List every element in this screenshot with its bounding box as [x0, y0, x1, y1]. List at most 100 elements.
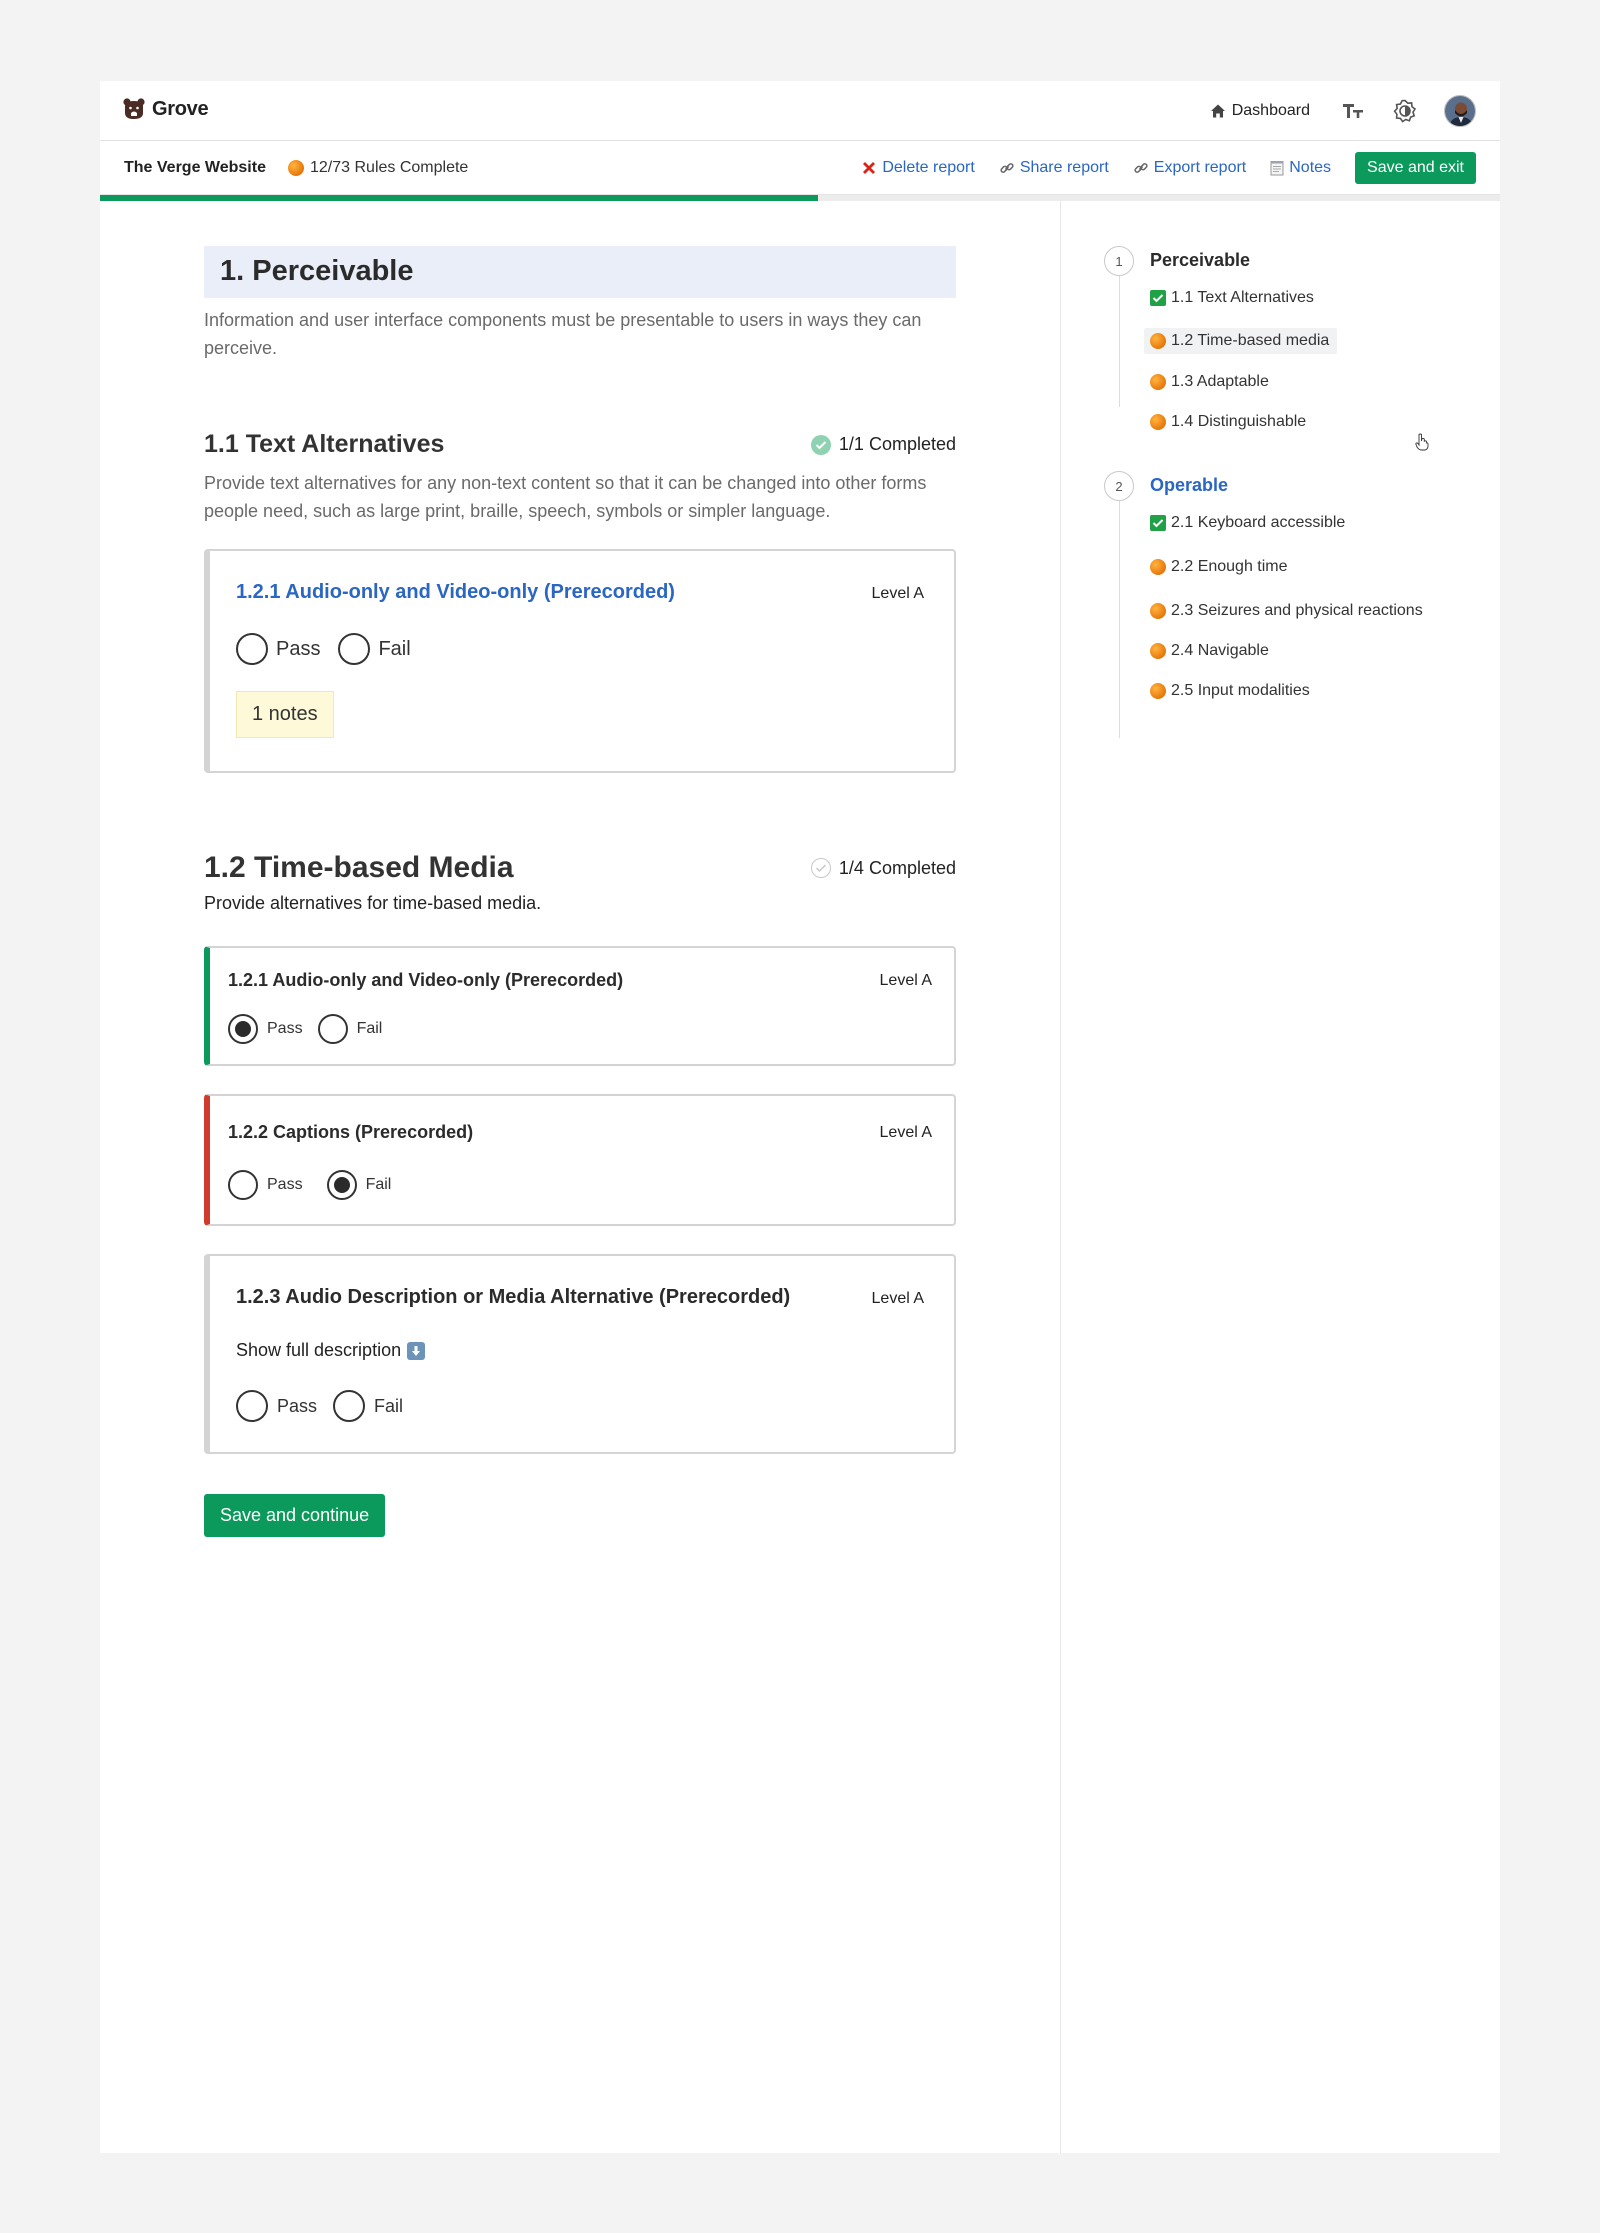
step-number: 1: [1104, 246, 1134, 276]
pass-radio[interactable]: Pass: [228, 1170, 303, 1200]
share-report-link[interactable]: Share report: [999, 159, 1109, 177]
in-progress-icon: [1150, 559, 1166, 575]
sidebar-item-text-alternatives[interactable]: 1.1 Text Alternatives: [1150, 286, 1320, 310]
section-header: 1.2 Time-based Media 1/4 Completed: [204, 851, 956, 885]
in-progress-icon: [1150, 683, 1166, 699]
rule-title-link[interactable]: 1.2.1 Audio-only and Video-only (Prereco…: [236, 581, 675, 604]
rule-level: Level A: [871, 1290, 924, 1307]
rule-title: 1.2.3 Audio Description or Media Alterna…: [236, 1286, 791, 1308]
pass-fail-group: Pass Fail: [228, 1014, 382, 1044]
rule-card-passed: 1.2.1 Audio-only and Video-only (Prereco…: [204, 946, 956, 1066]
in-progress-icon: [288, 160, 304, 176]
share-report-label: Share report: [1019, 159, 1109, 176]
pass-radio[interactable]: Pass: [228, 1014, 303, 1044]
completed-text: 1/1 Completed: [838, 434, 956, 454]
theme-toggle-button[interactable]: [1392, 98, 1418, 124]
rule-level: Level A: [871, 585, 924, 602]
radio-circle: [338, 633, 371, 665]
step-connector-line: [1119, 276, 1120, 407]
report-title: The Verge Website: [124, 159, 266, 176]
sidebar-item-navigable[interactable]: 2.4 Navigable: [1150, 639, 1275, 663]
step-connector-line: [1119, 501, 1120, 738]
home-icon: [1210, 104, 1225, 118]
sidebar-item-time-based-media[interactable]: 1.2 Time-based media: [1144, 328, 1338, 354]
radio-circle-selected: [228, 1014, 258, 1044]
rule-level: Level A: [879, 1124, 932, 1141]
link-icon: [1134, 163, 1148, 173]
sidebar-item-label: 2.4 Navigable: [1171, 642, 1269, 659]
save-and-exit-button[interactable]: Save and exit: [1355, 152, 1476, 184]
pass-radio[interactable]: Pass: [236, 1390, 317, 1422]
sidebar-item-label: 2.5 Input modalities: [1171, 682, 1310, 699]
sidebar-item-keyboard-accessible[interactable]: 2.1 Keyboard accessible: [1150, 511, 1351, 535]
show-full-description-toggle[interactable]: Show full description: [236, 1340, 426, 1361]
page-description: Information and user interface component…: [204, 310, 922, 358]
sidebar-item-label: 1.3 Adaptable: [1171, 373, 1269, 390]
fail-radio[interactable]: Fail: [333, 1390, 403, 1422]
fail-label: Fail: [374, 1395, 404, 1416]
avatar[interactable]: [1444, 95, 1476, 127]
delete-report-link[interactable]: Delete report: [861, 159, 975, 177]
fail-radio[interactable]: Fail: [326, 1170, 391, 1200]
bear-logo-icon: [123, 98, 145, 119]
app-logo[interactable]: Grove: [122, 97, 209, 121]
fail-radio[interactable]: Fail: [317, 1014, 383, 1044]
in-progress-icon: [1150, 603, 1166, 619]
section-description: Provide alternatives for time-based medi…: [204, 893, 542, 913]
section-completed-status: 1/4 Completed: [810, 858, 956, 879]
report-progress-fill: [100, 195, 819, 201]
check-circle-icon: [810, 434, 831, 455]
user-avatar-icon: [1445, 96, 1475, 126]
sidebar-item-label: 1.1 Text Alternatives: [1171, 289, 1314, 306]
dashboard-link[interactable]: Dashboard: [1210, 102, 1310, 120]
sidebar-group-operable[interactable]: Operable: [1150, 475, 1228, 496]
text-size-button[interactable]: [1340, 98, 1366, 124]
pass-label: Pass: [267, 1176, 303, 1193]
rule-card-failed: 1.2.2 Captions (Prerecorded) Level A Pas…: [204, 1094, 956, 1226]
export-report-link[interactable]: Export report: [1133, 159, 1246, 177]
notes-count-badge[interactable]: 1 notes: [236, 691, 334, 738]
page-title: 1. Perceivable: [220, 255, 414, 287]
report-toolbar: The Verge Website 12/73 Rules Complete D…: [100, 141, 1500, 195]
green-check-icon: [1150, 290, 1166, 306]
sidebar-item-distinguishable[interactable]: 1.4 Distinguishable: [1150, 410, 1312, 434]
sidebar-item-adaptable[interactable]: 1.3 Adaptable: [1150, 370, 1275, 394]
delete-report-label: Delete report: [882, 159, 975, 176]
radio-circle: [228, 1170, 258, 1200]
sidebar-item-label: 2.3 Seizures and physical reactions: [1171, 602, 1423, 619]
pass-radio[interactable]: Pass: [236, 633, 320, 665]
dashboard-label: Dashboard: [1231, 102, 1310, 119]
radio-circle: [317, 1014, 348, 1044]
pass-label: Pass: [277, 1395, 318, 1416]
page-heading-box: 1. Perceivable: [204, 246, 956, 298]
pass-fail-group: Pass Fail: [236, 1390, 403, 1422]
fail-label: Fail: [378, 637, 411, 660]
rule-title: 1.2.1 Audio-only and Video-only (Prereco…: [228, 970, 624, 990]
sidebar-item-enough-time[interactable]: 2.2 Enough time: [1150, 555, 1294, 579]
sidebar-item-seizures[interactable]: 2.3 Seizures and physical reactions: [1150, 599, 1429, 623]
app-name: Grove: [152, 97, 209, 120]
link-icon: [1000, 163, 1014, 173]
rule-card: 1.2.1 Audio-only and Video-only (Prereco…: [204, 549, 956, 773]
sidebar-item-input-modalities[interactable]: 2.5 Input modalities: [1150, 679, 1316, 703]
notes-link[interactable]: Notes: [1270, 159, 1331, 177]
save-and-continue-button[interactable]: Save and continue: [204, 1494, 386, 1537]
sidebar-divider: [1060, 201, 1061, 2153]
down-arrow-icon: [407, 1341, 426, 1360]
section-completed-status: 1/1 Completed: [810, 434, 956, 455]
section-title: 1.1 Text Alternatives: [204, 430, 445, 458]
section-description: Provide text alternatives for any non-te…: [204, 473, 927, 521]
rules-status-text: 12/73 Rules Complete: [310, 159, 469, 176]
radio-circle: [333, 1390, 366, 1422]
report-actions: Delete report Share report Export report: [837, 152, 1476, 184]
sidebar-group-perceivable[interactable]: Perceivable: [1150, 250, 1250, 271]
pass-fail-group: Pass Fail: [228, 1170, 391, 1200]
fail-radio[interactable]: Fail: [338, 633, 411, 665]
sidebar-item-label: 1.4 Distinguishable: [1171, 413, 1307, 430]
section-header: 1.1 Text Alternatives 1/1 Completed: [204, 430, 956, 459]
in-progress-icon: [1150, 374, 1166, 390]
section-title: 1.2 Time-based Media: [204, 851, 514, 884]
step-number: 2: [1104, 471, 1134, 501]
pass-label: Pass: [276, 637, 321, 660]
fail-label: Fail: [356, 1020, 383, 1037]
